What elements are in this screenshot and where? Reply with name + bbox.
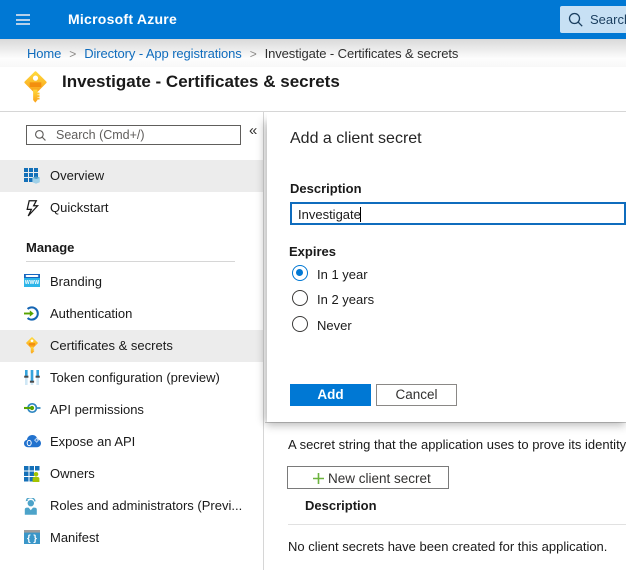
svg-text:WWW: WWW	[25, 280, 39, 286]
svg-text:{ }: { }	[27, 533, 37, 544]
